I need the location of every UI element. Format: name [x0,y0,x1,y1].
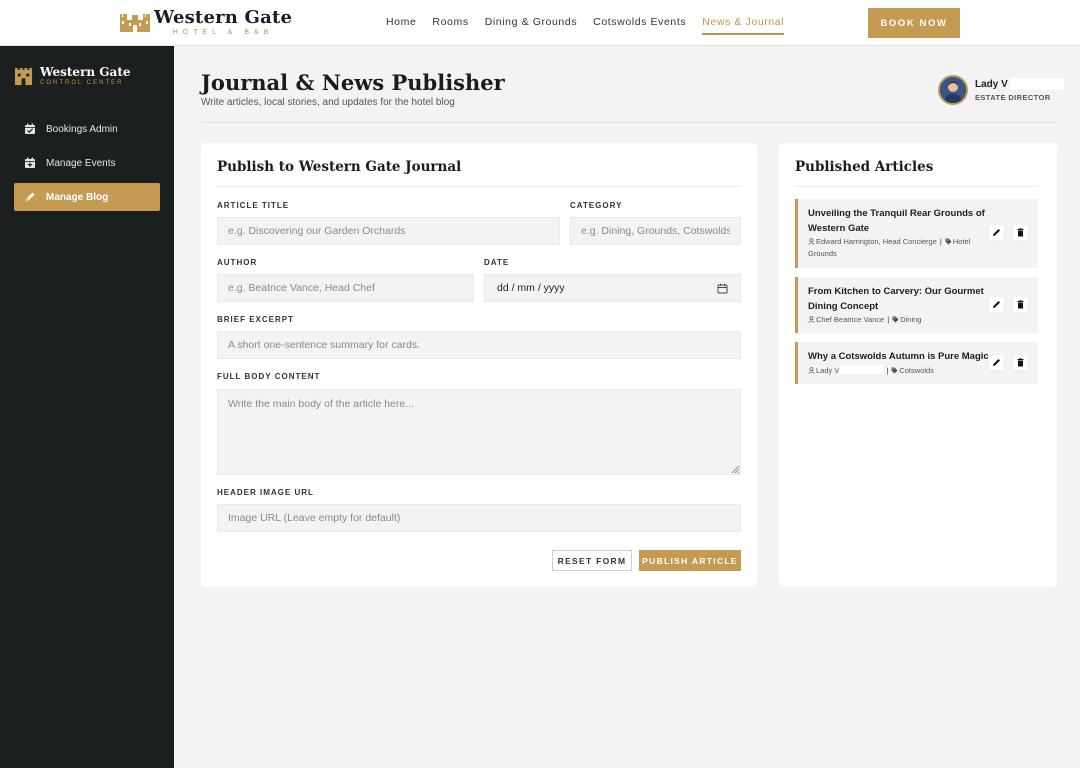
delete-article-button[interactable] [1012,354,1029,371]
admin-sidebar: Western Gate CONTROL CENTER Bookings Adm… [0,46,174,768]
article-meta: Lady V | Cotswolds [808,365,988,377]
meta-separator: | [886,366,889,375]
article-meta: Edward Harrington, Head Concierge | Hotel … [808,236,988,260]
sidebar-item-bookings-admin[interactable]: Bookings Admin [14,115,160,143]
redaction-bar [839,365,884,374]
main-nav: Home Rooms Dining & Grounds Cotswolds Ev… [386,16,800,35]
user-profile[interactable]: Lady V ESTATE DIRECTOR [938,75,1064,105]
author-label: AUTHOR [217,258,258,267]
body-content-label: FULL BODY CONTENT [217,372,321,381]
articles-title-divider [795,186,1038,187]
tag-icon [892,316,899,323]
sidebar-item-label: Manage Blog [46,191,109,203]
user-name: Lady V [975,78,1008,90]
castle-icon [14,67,33,85]
nav-rooms[interactable]: Rooms [432,16,468,35]
pen-icon [24,192,35,203]
brand-logo[interactable]: Western Gate HOTEL & B&B [119,8,292,36]
resize-handle-icon[interactable] [731,465,740,474]
article-title: Unveiling the Tranquil Rear Grounds of W… [808,208,985,234]
trash-icon [1017,358,1024,367]
user-icon [808,367,815,374]
sidebar-item-manage-blog[interactable]: Manage Blog [14,183,160,211]
sidebar-brand[interactable]: Western Gate CONTROL CENTER [14,66,131,86]
form-title-divider [217,186,741,187]
category-input[interactable] [570,217,741,245]
tag-icon [891,367,898,374]
edit-article-button[interactable] [988,224,1005,241]
pencil-icon [993,359,1000,366]
trash-icon [1017,228,1024,237]
articles-title: Published Articles [795,159,934,175]
reset-form-button[interactable]: RESET FORM [552,550,632,571]
trash-icon [1017,300,1024,309]
article-author: Lady V [816,366,840,375]
sidebar-brand-subtitle: CONTROL CENTER [40,80,124,86]
meta-separator: | [939,237,942,246]
header-divider [201,122,1057,123]
sidebar-brand-name: Western Gate [40,65,131,79]
article-title: Why a Cotswolds Autumn is Pure Magic [808,351,989,362]
castle-icon [120,14,150,32]
meta-separator: | [887,315,890,324]
sidebar-item-manage-events[interactable]: Manage Events [14,149,160,177]
date-label: DATE [484,258,510,267]
calendar-icon[interactable] [717,283,728,294]
edit-article-button[interactable] [988,354,1005,371]
article-author: Edward Harrington, Head Concierge [816,237,937,246]
user-portrait-icon [940,77,966,103]
calendar-plus-icon [25,157,35,168]
nav-home[interactable]: Home [386,16,416,35]
user-icon [808,316,815,323]
body-content-textarea[interactable] [217,389,741,475]
article-category: Cotswolds [899,366,934,375]
header-image-input[interactable] [217,504,741,532]
book-now-button[interactable]: BOOK NOW [868,8,960,38]
article-title-label: ARTICLE TITLE [217,201,290,210]
user-role: ESTATE DIRECTOR [975,93,1051,102]
avatar [938,75,968,105]
publish-article-button[interactable]: PUBLISH ARTICLE [639,550,741,571]
top-navbar: Western Gate HOTEL & B&B Home Rooms Dini… [0,0,1080,46]
nav-cotswolds-events[interactable]: Cotswolds Events [593,16,686,35]
header-image-label: HEADER IMAGE URL [217,488,314,497]
pencil-icon [993,301,1000,308]
form-title: Publish to Western Gate Journal [217,159,462,175]
brand-name: Western Gate [154,7,293,28]
calendar-check-icon [25,123,35,134]
delete-article-button[interactable] [1012,296,1029,313]
nav-dining-grounds[interactable]: Dining & Grounds [485,16,577,35]
edit-article-button[interactable] [988,296,1005,313]
sidebar-item-label: Bookings Admin [46,123,118,135]
author-input[interactable] [217,274,474,302]
article-item[interactable]: Unveiling the Tranquil Rear Grounds of W… [795,199,1038,268]
article-meta: Chef Beatrice Vance | Dining [808,314,988,326]
published-articles-card: Published Articles Unveiling the Tranqui… [779,143,1057,587]
article-author: Chef Beatrice Vance [816,315,885,324]
article-category: Dining [900,315,922,324]
user-icon [808,238,815,245]
page-subtitle: Write articles, local stories, and updat… [201,97,455,108]
article-item[interactable]: From Kitchen to Carvery: Our Gourmet Din… [795,277,1038,333]
page-title: Journal & News Publisher [201,70,505,95]
excerpt-input[interactable] [217,331,741,359]
redaction-bar [1009,78,1064,90]
delete-article-button[interactable] [1012,224,1029,241]
article-item[interactable]: Why a Cotswolds Autumn is Pure Magic Lad… [795,342,1038,384]
tag-icon [945,238,952,245]
article-title-input[interactable] [217,217,560,245]
brand-subtitle: HOTEL & B&B [172,29,274,36]
pencil-icon [993,229,1000,236]
excerpt-label: BRIEF EXCERPT [217,315,295,324]
sidebar-item-label: Manage Events [46,157,116,169]
date-input-value: dd / mm / yyyy [497,282,565,294]
date-input[interactable]: dd / mm / yyyy [484,274,741,302]
article-title: From Kitchen to Carvery: Our Gourmet Din… [808,286,984,312]
nav-news-journal[interactable]: News & Journal [702,16,785,35]
category-label: CATEGORY [570,201,623,210]
publish-form-card: Publish to Western Gate Journal ARTICLE … [201,143,757,587]
